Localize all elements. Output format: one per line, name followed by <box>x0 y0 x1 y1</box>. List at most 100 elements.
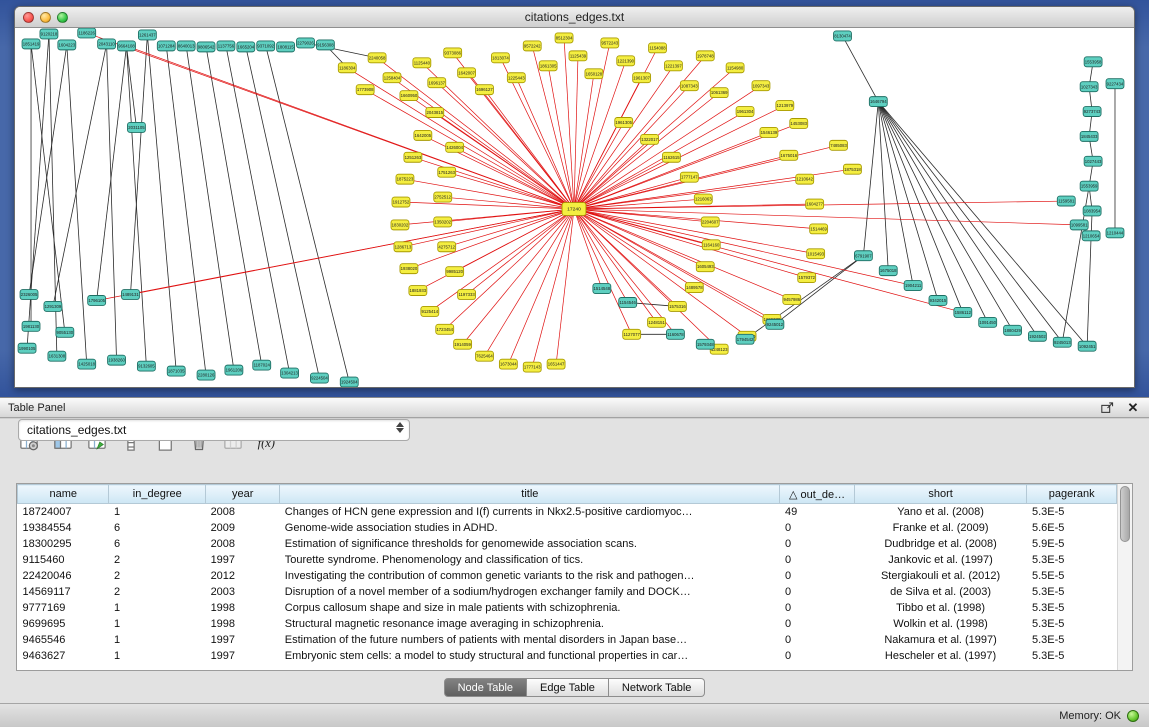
graph-node[interactable]: 17240 <box>562 203 586 216</box>
graph-node[interactable]: 1304213 <box>281 368 299 378</box>
graph-node[interactable]: 9806542 <box>197 42 215 52</box>
graph-node[interactable]: 1912752 <box>392 197 410 207</box>
graph-node[interactable]: 9224504 <box>310 373 328 383</box>
graph-node[interactable]: 1258404 <box>383 73 401 83</box>
graph-node[interactable]: 1938020 <box>400 264 418 274</box>
graph-node[interactable]: 1773908 <box>356 85 374 95</box>
graph-node[interactable]: 1186226 <box>78 28 96 38</box>
graph-node[interactable]: 1938260 <box>108 355 126 365</box>
column-header-short[interactable]: short <box>854 485 1027 504</box>
graph-node[interactable]: 1213979 <box>776 101 794 111</box>
graph-node[interactable]: 1553959 <box>1080 181 1098 191</box>
graph-node[interactable]: 1696127 <box>476 85 494 95</box>
graph-node[interactable]: 9373086 <box>444 48 462 58</box>
graph-node[interactable]: 1642005 <box>414 130 432 140</box>
window-titlebar[interactable]: citations_edges.txt <box>15 7 1134 28</box>
graph-node[interactable]: 1216063 <box>694 194 712 204</box>
graph-node[interactable]: 1861305 <box>539 61 557 71</box>
graph-node[interactable]: 1160678 <box>666 329 684 339</box>
column-header-year[interactable]: year <box>206 485 280 504</box>
graph-node[interactable]: 8640013 <box>177 41 195 51</box>
column-header-indegree[interactable]: in_degree <box>109 485 206 504</box>
graph-node[interactable]: 1154088 <box>649 43 667 53</box>
graph-node[interactable]: 9572242 <box>523 41 541 51</box>
graph-node[interactable]: 1961305 <box>615 118 633 128</box>
graph-node[interactable]: 1751263 <box>438 167 456 177</box>
graph-node[interactable]: 1125439 <box>569 51 587 61</box>
graph-node[interactable]: 1514548 <box>593 284 611 294</box>
table-row[interactable]: 977716911998Corpus callosum shape and si… <box>18 600 1117 616</box>
graph-node[interactable]: 1851419 <box>22 39 40 49</box>
graph-node[interactable]: 1880429 <box>1004 325 1022 335</box>
tab-edge-table[interactable]: Edge Table <box>527 678 609 697</box>
graph-node[interactable]: 1125440 <box>413 58 431 68</box>
network-canvas[interactable]: 1851419912021816042231186226204311096641… <box>15 28 1134 387</box>
graph-node[interactable]: 1221390 <box>617 56 635 66</box>
table-row[interactable]: 946554611997Estimation of the future num… <box>18 632 1117 648</box>
graph-node[interactable]: 1696137 <box>428 78 446 88</box>
graph-node[interactable]: 1248151 <box>648 317 666 327</box>
graph-node[interactable]: 1813074 <box>491 53 509 63</box>
graph-node[interactable]: 2240058 <box>368 53 386 63</box>
graph-node[interactable]: 6791907 <box>854 251 872 261</box>
graph-node[interactable]: 9245013 <box>1053 337 1071 347</box>
vertical-scrollbar[interactable] <box>1117 484 1132 670</box>
graph-node[interactable]: 4275712 <box>438 242 456 252</box>
graph-node[interactable]: 1904211 <box>904 281 922 291</box>
graph-node[interactable]: 1162615 <box>663 152 681 162</box>
table-row[interactable]: 946362711997Embryonic stem cells: a mode… <box>18 648 1117 664</box>
graph-node[interactable]: 9342015 <box>929 296 947 306</box>
graph-node[interactable]: 1083954 <box>1083 206 1101 216</box>
graph-node[interactable]: 1646794 <box>869 97 887 107</box>
graph-node[interactable]: 1651447 <box>547 359 565 369</box>
graph-node[interactable]: 1675016 <box>780 150 798 160</box>
graph-node[interactable]: 1881933 <box>409 286 427 296</box>
graph-node[interactable]: 9985120 <box>446 267 464 277</box>
graph-node[interactable]: 1489578 <box>685 283 703 293</box>
graph-node[interactable]: 1210654 <box>1082 231 1100 241</box>
table-row[interactable]: 969969511998Structural magnetic resonanc… <box>18 616 1117 632</box>
graph-node[interactable]: 1579372 <box>798 273 816 283</box>
graph-node[interactable]: 1961307 <box>633 73 651 83</box>
graph-node[interactable]: 1015493 <box>807 249 825 259</box>
graph-node[interactable]: 1961206 <box>225 365 243 375</box>
graph-node[interactable]: 1061369 <box>710 88 728 98</box>
graph-node[interactable]: 1225443 <box>507 73 525 83</box>
graph-node[interactable]: 1159581 <box>1057 196 1075 206</box>
graph-node[interactable]: 2279026 <box>297 38 315 48</box>
graph-node[interactable]: 1546139 <box>760 127 778 137</box>
graph-node[interactable]: 1221397 <box>664 61 682 71</box>
graph-node[interactable]: 1660950 <box>400 91 418 101</box>
table-row[interactable]: 1830029562008Estimation of significance … <box>18 536 1117 552</box>
graph-node[interactable]: 1642007 <box>458 68 476 78</box>
close-panel-icon[interactable]: ✕ <box>1125 401 1141 415</box>
graph-node[interactable]: 2031105 <box>127 122 145 132</box>
graph-node[interactable]: 9572243 <box>601 38 619 48</box>
table-row[interactable]: 1938455462009Genome-wide association stu… <box>18 520 1117 536</box>
table-row[interactable]: 2242004622012Investigating the contribut… <box>18 568 1117 584</box>
graph-node[interactable]: 9273743 <box>1083 107 1101 117</box>
float-panel-icon[interactable] <box>1099 401 1115 415</box>
graph-node[interactable]: 1875318 <box>844 164 862 174</box>
graph-node[interactable]: 9055130 <box>56 327 74 337</box>
graph-node[interactable]: 1808115 <box>277 42 295 52</box>
graph-node[interactable]: 1186304 <box>338 63 356 73</box>
graph-node[interactable]: 1071284 <box>157 41 175 51</box>
graph-node[interactable]: 7625464 <box>476 351 494 361</box>
minimize-button[interactable] <box>40 12 51 23</box>
graph-node[interactable]: 1154546 <box>619 297 637 307</box>
table-row[interactable]: 1872400712008Changes of HCN gene express… <box>18 504 1117 521</box>
graph-node[interactable]: 1961304 <box>736 107 754 117</box>
graph-node[interactable]: 9227434 <box>1106 79 1124 89</box>
graph-node[interactable]: 1777147 <box>680 172 698 182</box>
graph-node[interactable]: 9132605 <box>137 361 155 371</box>
graph-node[interactable]: 1914059 <box>454 339 472 349</box>
graph-node[interactable]: 1575316 <box>668 301 686 311</box>
graph-node[interactable]: 1579348 <box>696 339 714 349</box>
zoom-button[interactable] <box>57 12 68 23</box>
graph-node[interactable]: 9371092 <box>257 41 275 51</box>
graph-node[interactable]: 1604277 <box>806 199 824 209</box>
graph-node[interactable]: 8130474 <box>834 31 852 41</box>
tab-network-table[interactable]: Network Table <box>609 678 706 697</box>
table-row[interactable]: 911546021997Tourette syndrome. Phenomeno… <box>18 552 1117 568</box>
